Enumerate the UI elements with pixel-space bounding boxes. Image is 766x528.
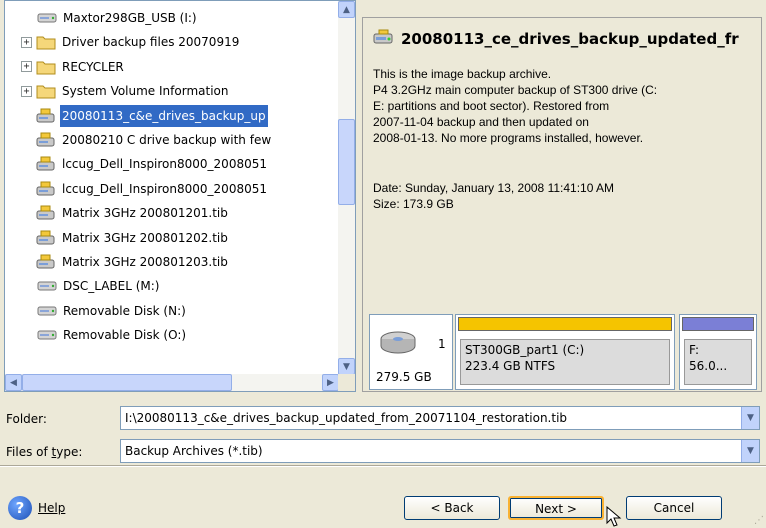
partition-detail: 223.4 GB NTFS: [465, 359, 556, 373]
archive-icon: [36, 108, 56, 124]
archive-icon: [36, 230, 56, 246]
archive-description: This is the image backup archive. P4 3.2…: [373, 66, 758, 146]
vertical-scroll-thumb[interactable]: [338, 119, 355, 205]
partition-bar: [682, 317, 754, 331]
tree-item-label: Removable Disk (N:): [63, 303, 186, 318]
archive-title-text: 20080113_ce_drives_backup_updated_fr: [401, 30, 739, 48]
tree-item-label: RECYCLER: [62, 59, 124, 74]
scroll-down-button[interactable]: ▼: [338, 358, 355, 375]
disk-map-disk[interactable]: 1 279.5 GB: [369, 314, 453, 390]
scroll-up-button[interactable]: ▲: [338, 1, 355, 18]
folder-value: I:\20080113_c&e_drives_backup_updated_fr…: [125, 411, 568, 425]
partition-f[interactable]: F: 56.0...: [679, 314, 757, 390]
drive-icon: [37, 327, 57, 343]
folder-combobox[interactable]: I:\20080113_c&e_drives_backup_updated_fr…: [120, 406, 760, 430]
help-icon[interactable]: ?: [8, 496, 32, 520]
file-type-combobox[interactable]: Backup Archives (*.tib) ▼: [120, 439, 760, 463]
tree-item[interactable]: + RECYCLER: [21, 56, 126, 78]
tree-item-label: Matrix 3GHz 200801201.tib: [62, 206, 228, 221]
drive-icon: [37, 303, 57, 319]
folder-label: Folder:: [6, 412, 47, 426]
tree-item[interactable]: Maxtor298GB_USB (I:): [37, 7, 199, 29]
archive-info-panel: 20080113_ce_drives_backup_updated_fr Thi…: [362, 17, 762, 392]
disk-size: 279.5 GB: [376, 370, 432, 384]
help-label[interactable]: Help: [38, 501, 65, 515]
partition-name: ST300GB_part1 (C:): [465, 343, 585, 357]
archive-metadata: Date: Sunday, January 13, 2008 11:41:10 …: [373, 180, 614, 212]
tree-item-label: lccug_Dell_Inspiron8000_2008051: [62, 181, 267, 196]
archive-icon: [373, 28, 395, 50]
horizontal-scrollbar[interactable]: ◀ ▶: [5, 374, 339, 391]
tree-item[interactable]: 20080113_c&e_drives_backup_up: [21, 104, 268, 127]
folder-icon: [36, 83, 56, 99]
chevron-down-icon[interactable]: ▼: [741, 440, 759, 462]
partition-name: F:: [689, 343, 700, 357]
tree-item-label: lccug_Dell_Inspiron8000_2008051: [62, 157, 267, 172]
cancel-button[interactable]: Cancel: [626, 496, 722, 520]
expand-icon[interactable]: +: [21, 85, 32, 97]
hard-disk-icon: [378, 329, 418, 360]
tree-item[interactable]: DSC_LABEL (M:): [37, 275, 161, 297]
tree-item[interactable]: Matrix 3GHz 200801203.tib: [21, 251, 230, 273]
tree-list[interactable]: Maxtor298GB_USB (I:) + Driver backup files…: [5, 1, 339, 375]
tree-item-label: Matrix 3GHz 200801202.tib: [62, 230, 228, 245]
archive-title: 20080113_ce_drives_backup_updated_fr: [373, 28, 739, 50]
tree-item-label: 20080113_c&e_drives_backup_up: [60, 104, 268, 127]
scroll-corner: [338, 374, 355, 391]
partition-detail: 56.0...: [689, 359, 728, 373]
chevron-down-icon[interactable]: ▼: [741, 407, 759, 429]
tree-item-label: System Volume Information: [62, 84, 229, 99]
separator: [0, 465, 766, 467]
archive-icon: [36, 156, 56, 172]
partition-c[interactable]: ST300GB_part1 (C:) 223.4 GB NTFS: [455, 314, 675, 390]
partition-bar: [458, 317, 672, 331]
archive-icon: [36, 205, 56, 221]
horizontal-scroll-thumb[interactable]: [22, 374, 232, 391]
folder-icon: [36, 59, 56, 75]
tree-item[interactable]: Matrix 3GHz 200801202.tib: [21, 227, 230, 249]
archive-size: Size: 173.9 GB: [373, 197, 454, 211]
expand-icon[interactable]: +: [21, 61, 32, 73]
description-line: This is the image backup archive.: [373, 67, 552, 81]
tree-item[interactable]: + Driver backup files 20070919: [21, 31, 241, 53]
archive-icon: [36, 181, 56, 197]
help-link[interactable]: ? Help: [8, 496, 65, 520]
next-button[interactable]: Next >: [508, 496, 604, 520]
scroll-left-button[interactable]: ◀: [5, 374, 22, 391]
description-line: E: partitions and boot sector). Restored…: [373, 99, 610, 113]
drive-icon: [37, 278, 57, 294]
vertical-scrollbar[interactable]: ▲ ▼: [338, 1, 355, 375]
expand-icon[interactable]: +: [21, 36, 32, 48]
tree-item[interactable]: + System Volume Information: [21, 80, 230, 102]
description-line: P4 3.2GHz main computer backup of ST300 …: [373, 83, 658, 97]
tree-item[interactable]: Matrix 3GHz 200801201.tib: [21, 202, 230, 224]
tree-item[interactable]: 20080210 C drive backup with few: [21, 129, 273, 151]
folder-icon: [36, 34, 56, 50]
description-line: 2008-01-13. No more programs installed, …: [373, 131, 644, 145]
file-type-value: Backup Archives (*.tib): [125, 444, 263, 458]
tree-item-label: DSC_LABEL (M:): [63, 279, 160, 294]
description-line: 2007-11-04 backup and then updated on: [373, 115, 589, 129]
disk-number: 1: [438, 337, 446, 351]
mouse-cursor-icon: [606, 506, 622, 527]
tree-item-label: Removable Disk (O:): [63, 328, 187, 343]
archive-date: Date: Sunday, January 13, 2008 11:41:10 …: [373, 181, 615, 195]
tree-item-label: Matrix 3GHz 200801203.tib: [62, 255, 228, 269]
tree-item[interactable]: lccug_Dell_Inspiron8000_2008051: [21, 153, 269, 175]
archive-icon: [36, 254, 56, 270]
drive-icon: [37, 10, 57, 26]
folder-tree[interactable]: Maxtor298GB_USB (I:) + Driver backup files…: [4, 0, 356, 392]
scroll-right-button[interactable]: ▶: [322, 374, 339, 391]
resize-grip-icon[interactable]: ⋰: [754, 515, 764, 526]
file-type-label: Files of type:: [6, 445, 83, 459]
back-button[interactable]: < Back: [404, 496, 500, 520]
tree-item-label: 20080210 C drive backup with few: [62, 133, 272, 147]
tree-item[interactable]: Removable Disk (N:): [37, 300, 188, 322]
tree-item-label: Maxtor298GB_USB (I:): [63, 11, 197, 25]
archive-icon: [36, 132, 56, 148]
tree-item[interactable]: Removable Disk (O:): [37, 324, 188, 346]
tree-item[interactable]: lccug_Dell_Inspiron8000_2008051: [21, 178, 269, 200]
tree-item-label: Driver backup files 20070919: [62, 35, 240, 50]
